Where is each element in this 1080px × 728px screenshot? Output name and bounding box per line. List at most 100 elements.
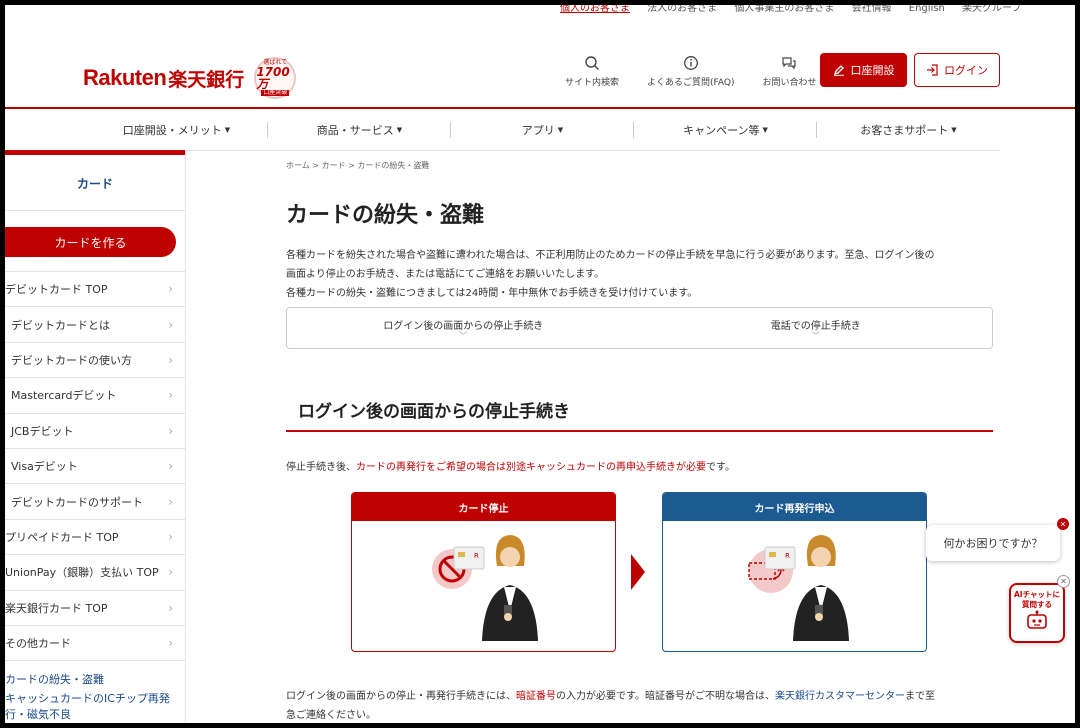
gnav-item-support[interactable]: お客さまサポート ▼	[817, 109, 1000, 150]
sidebar-item-jcb[interactable]: JCBデビット ›	[5, 414, 185, 449]
sidebar-item-mastercard[interactable]: Mastercardデビット ›	[5, 378, 185, 414]
anchor-login-stop[interactable]: ログイン後の画面からの停止手続き ﹀	[287, 308, 640, 348]
sidebar-item-debit-support[interactable]: デビットカードのサポート ›	[5, 484, 185, 520]
sidebar-item-label: その他カード	[5, 637, 71, 651]
pin-note-post: まで至	[905, 691, 935, 702]
contact-label: お問い合わせ	[762, 78, 817, 88]
gnav-item-campaign[interactable]: キャンペーン等 ▼	[634, 109, 817, 150]
util-link-sole-proprietor[interactable]: 個人事業主のお客さま	[734, 5, 834, 14]
main-content: ホーム > カード > カードの紛失・盗難 カードの紛失・盗難 各種カードを紛失…	[286, 160, 993, 652]
pin-note-line-2: 急ご連絡ください。	[286, 710, 376, 721]
lead-line-3: 各種カードの紛失・盗難につきましては24時間・年中無休でお手続きを受け付けていま…	[286, 288, 698, 299]
sidebar-item-label: デビットカードのサポート	[11, 495, 143, 509]
card-reissue-heading: カード再発行申込	[663, 493, 926, 521]
faq-label: よくあるご質問(FAQ)	[647, 78, 735, 88]
chat-prompt-bubble[interactable]: 何かお困りですか？	[926, 525, 1060, 561]
gnav-item-app[interactable]: アプリ ▼	[451, 109, 634, 150]
chevron-right-icon: ›	[168, 529, 173, 544]
util-link-group[interactable]: 楽天グループ	[962, 5, 1021, 14]
pin-link[interactable]: 暗証番号	[516, 691, 556, 702]
process-flow: カード停止 R カード再発行申込 R	[351, 492, 931, 652]
sidebar-item-label: Mastercardデビット	[11, 389, 117, 403]
chevron-right-icon: ›	[168, 352, 173, 367]
badge-bottom: 口座突破	[261, 89, 290, 96]
sidebar-list: デビットカード TOP › デビットカードとは › デビットカードの使い方 › Mas…	[5, 271, 185, 662]
ai-chat-label-2: 質問する	[1022, 600, 1052, 609]
sidebar-item-label: デビットカードの使い方	[11, 353, 132, 367]
chevron-down-icon: ﹀	[811, 331, 821, 342]
logo-text-en: Rakuten	[83, 65, 167, 90]
chevron-right-icon: ›	[168, 494, 173, 509]
sidebar: カード カードを作る デビットカード TOP › デビットカードとは › デビットカ…	[5, 150, 186, 723]
utility-links: 個人のお客さま 法人のお客さま 個人事業主のお客さま 会社情報 English …	[560, 5, 1035, 14]
sidebar-item-label: Visaデビット	[11, 460, 78, 474]
site-logo[interactable]: Rakuten 楽天銀行 選ばれて 1700万 口座突破	[83, 57, 297, 99]
chevron-right-icon: ›	[168, 282, 173, 297]
chevron-right-icon: ›	[168, 600, 173, 615]
ai-chat-button[interactable]: AIチャットに 質問する	[1009, 583, 1065, 643]
logo-text-jp: 楽天銀行	[168, 68, 245, 91]
info-icon	[683, 56, 698, 70]
chat-icon	[782, 57, 797, 70]
chevron-right-icon: ›	[168, 636, 173, 651]
anchor-label: 電話での停止手続き	[770, 320, 861, 332]
sidebar-item-current[interactable]: カードの紛失・盗難	[5, 661, 185, 687]
note-pre: 停止手続き後、	[286, 462, 356, 473]
robot-icon	[1027, 610, 1047, 629]
contact-link[interactable]: お問い合わせ	[762, 55, 817, 88]
lead-text: 各種カードを紛失された場合や盗難に遭われた場合は、不正利用防止のためカードの停止…	[286, 246, 993, 303]
sidebar-item-debit-top[interactable]: デビットカード TOP ›	[5, 272, 185, 308]
make-card-button[interactable]: カードを作る	[5, 227, 176, 257]
sidebar-item-unionpay[interactable]: UnionPay（銀聯）支払い TOP ›	[5, 555, 185, 591]
open-account-label: 口座開設	[850, 64, 895, 77]
login-label: ログイン	[944, 64, 988, 77]
breadcrumb[interactable]: ホーム > カード > カードの紛失・盗難	[286, 160, 993, 171]
anchor-phone-stop[interactable]: 電話での停止手続き ﹀	[640, 308, 993, 348]
sidebar-item-other[interactable]: その他カード ›	[5, 626, 185, 662]
sidebar-item-label: デビットカードとは	[11, 318, 110, 332]
caret-down-icon: ▼	[951, 125, 957, 134]
card-reissue-panel: カード再発行申込 R	[662, 492, 927, 652]
util-link-personal[interactable]: 個人のお客さま	[560, 5, 630, 14]
sidebar-title[interactable]: カード	[5, 155, 185, 211]
site-search-label: サイト内検索	[565, 78, 620, 88]
caret-down-icon: ▼	[224, 125, 231, 134]
util-link-english[interactable]: English	[909, 5, 945, 14]
close-icon[interactable]: ✕	[1057, 518, 1069, 530]
customer-center-link[interactable]: 楽天銀行カスタマーセンター	[775, 691, 905, 702]
pencil-icon	[833, 65, 844, 76]
site-search-link[interactable]: サイト内検索	[565, 55, 619, 88]
util-link-company[interactable]: 会社情報	[852, 5, 892, 14]
sidebar-item-debit-usage[interactable]: デビットカードの使い方 ›	[5, 343, 185, 379]
caret-down-icon: ▼	[396, 125, 403, 134]
caret-down-icon: ▼	[557, 125, 564, 134]
login-button[interactable]: ログイン	[914, 53, 1000, 87]
pin-note-pre: ログイン後の画面からの停止・再発行手続きには、	[286, 691, 516, 702]
sidebar-item-prepaid[interactable]: プリペイドカード TOP ›	[5, 520, 185, 556]
search-icon	[585, 56, 599, 70]
gnav-label: お客さまサポート	[860, 123, 949, 137]
sidebar-item-debit-about[interactable]: デビットカードとは ›	[5, 307, 185, 343]
open-account-button[interactable]: 口座開設	[820, 53, 907, 87]
card-stop-illustration: R	[352, 521, 615, 651]
gnav-label: 口座開設・メリット	[122, 123, 222, 137]
section-title: ログイン後の画面からの停止手続き	[286, 397, 993, 432]
gnav-item-products[interactable]: 商品・サービス ▼	[268, 109, 451, 150]
sidebar-item-visa[interactable]: Visaデビット ›	[5, 449, 185, 485]
faq-link[interactable]: よくあるご質問(FAQ)	[647, 55, 734, 88]
sidebar-item-ic-reissue[interactable]: キャッシュカードのICチップ再発行・磁気不良	[5, 687, 185, 722]
card-stop-heading: カード停止	[352, 493, 615, 521]
page: 個人のお客さま 法人のお客さま 個人事業主のお客さま 会社情報 English …	[5, 5, 1075, 723]
util-link-corporate[interactable]: 法人のお客さま	[647, 5, 717, 14]
sidebar-item-label: 楽天銀行カード TOP	[5, 601, 108, 615]
stop-card-illustration: R	[432, 535, 538, 641]
sidebar-item-label: デビットカード TOP	[5, 283, 108, 297]
note-post: です。	[706, 462, 735, 473]
pin-note-mid: の入力が必要です。暗証番号がご不明な場合は、	[556, 691, 775, 702]
sidebar-item-bank-card[interactable]: 楽天銀行カード TOP ›	[5, 591, 185, 626]
header-icons: サイト内検索 よくあるご質問(FAQ) お問い合わせ	[565, 55, 845, 88]
login-icon	[927, 64, 938, 76]
gnav-item-account[interactable]: 口座開設・メリット ▼	[85, 109, 268, 150]
close-icon[interactable]: ✕	[1057, 575, 1070, 588]
note-highlight: カードの再発行をご希望の場合は別途キャッシュカードの再申込手続きが必要	[356, 462, 706, 473]
